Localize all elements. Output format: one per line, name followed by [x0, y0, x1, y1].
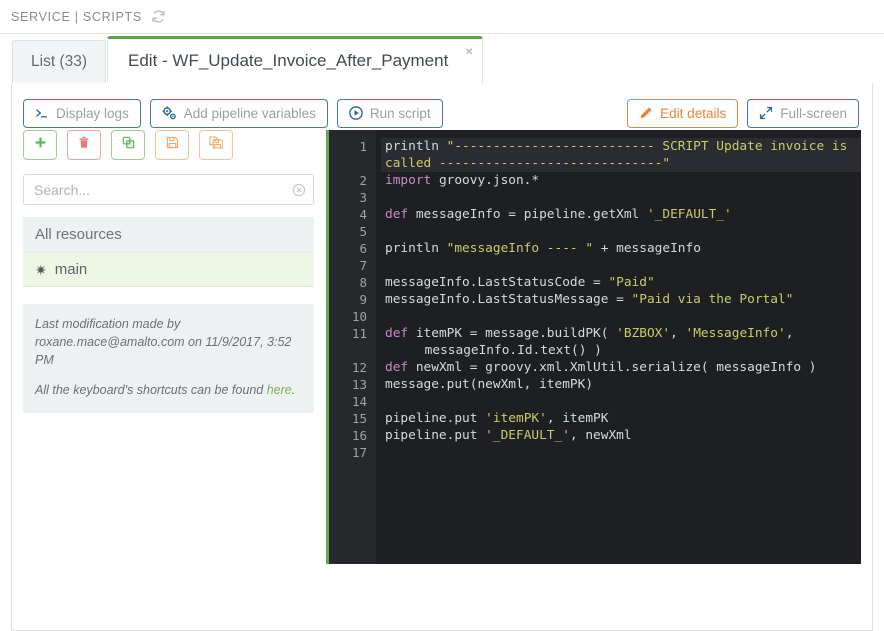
line-number: 13 [351, 377, 367, 392]
code-token-string: "-------------------------- SCRIPT Updat… [385, 139, 855, 171]
edit-details-button[interactable]: Edit details [627, 98, 739, 128]
copy-icon [122, 136, 135, 154]
line-number: 6 [359, 241, 367, 256]
breadcrumb: SERVICE | SCRIPTS [11, 9, 142, 24]
add-resource-button[interactable] [23, 130, 57, 160]
line-number: 15 [351, 411, 367, 426]
shortcuts-here-link[interactable]: here [267, 383, 292, 397]
code-line: println "messageInfo ---- " + messageInf… [385, 241, 701, 256]
code-line: def itemPK = message.buildPK( 'BZBOX', '… [385, 326, 794, 358]
line-number: 9 [359, 292, 367, 307]
duplicate-resource-button[interactable] [111, 130, 145, 160]
close-icon[interactable]: × [465, 44, 473, 58]
last-modification-info: Last modification made by roxane.mace@am… [23, 304, 314, 413]
play-circle-icon [349, 106, 363, 120]
line-number: 8 [359, 275, 367, 290]
line-number-gutter: 1 2 3 4 5 6 7 8 9 10 11 12 13 14 15 16 1 [329, 130, 376, 564]
save-resource-button[interactable] [155, 130, 189, 160]
line-number: 12 [351, 360, 367, 375]
gears-icon [162, 106, 177, 120]
code-line: pipeline.put 'itemPK', itemPK [385, 411, 609, 426]
code-line: def messageInfo = pipeline.getXml '_DEFA… [385, 207, 732, 222]
top-breadcrumb-bar: SERVICE | SCRIPTS [0, 0, 884, 34]
code-editor[interactable]: 1 2 3 4 5 6 7 8 9 10 11 12 13 14 15 16 1 [326, 130, 861, 564]
tab-list[interactable]: List (33) [12, 40, 106, 83]
resources-sidebar: All resources ✷ main Last modification m… [23, 130, 326, 610]
delete-resource-button[interactable] [67, 130, 101, 160]
line-number: 10 [351, 309, 367, 324]
code-content[interactable]: println "-------------------------- SCRI… [376, 130, 861, 564]
search-input[interactable] [23, 174, 314, 205]
line-number: 7 [359, 258, 367, 273]
toolbar-right-group: Edit details Full-screen [627, 98, 861, 128]
editor-panel: Display logs Add pipeline variables Run … [11, 83, 873, 631]
shortcuts-prefix: All the keyboard's shortcuts can be foun… [35, 383, 267, 398]
terminal-icon [35, 107, 49, 119]
line-number: 16 [351, 428, 367, 443]
code-line: println "-------------------------- SCRI… [381, 138, 861, 172]
line-number: 3 [359, 190, 367, 205]
clear-circle-icon[interactable] [292, 183, 306, 197]
code-line: import groovy.json.* [385, 173, 540, 188]
tab-edit-script[interactable]: Edit - WF_Update_Invoice_After_Payment × [107, 36, 484, 83]
floppy-disk-icon [166, 136, 179, 154]
save-all-icon [209, 136, 224, 154]
code-editor-column: 1 2 3 4 5 6 7 8 9 10 11 12 13 14 15 16 1 [326, 130, 861, 610]
info-gap [35, 369, 302, 382]
star-icon: ✷ [35, 261, 47, 278]
run-script-button[interactable]: Run script [336, 98, 443, 128]
pencil-icon [639, 106, 653, 120]
search-wrapper [23, 174, 314, 205]
resource-action-row [23, 130, 314, 160]
resource-item-label: main [54, 261, 88, 278]
refresh-icon[interactable] [151, 9, 166, 24]
code-line: def newXml = groovy.xml.XmlUtil.serializ… [385, 360, 817, 375]
save-all-resources-button[interactable] [199, 130, 233, 160]
run-script-label: Run script [369, 105, 431, 121]
resources-header: All resources [23, 217, 314, 253]
full-screen-label: Full-screen [780, 105, 847, 121]
code-line: message.put(newXml, itemPK) [385, 377, 594, 392]
display-logs-button[interactable]: Display logs [23, 98, 141, 128]
shortcuts-suffix: . [291, 383, 296, 398]
last-modification-line1: Last modification made by [35, 317, 181, 331]
line-number: 1 [359, 139, 367, 154]
line-number: 11 [351, 326, 367, 341]
expand-arrows-icon [759, 106, 773, 120]
shortcuts-text: All the keyboard's shortcuts can be foun… [35, 382, 302, 400]
code-line: messageInfo.LastStatusCode = "Paid" [385, 275, 655, 290]
list-item[interactable]: ✷ main [23, 253, 314, 287]
plus-icon [34, 136, 47, 154]
add-pipeline-variables-button[interactable]: Add pipeline variables [149, 98, 328, 128]
line-number: 5 [359, 224, 367, 239]
display-logs-label: Display logs [56, 105, 129, 121]
line-number: 14 [351, 394, 367, 409]
tab-strip: List (33) Edit - WF_Update_Invoice_After… [0, 34, 884, 83]
full-screen-button[interactable]: Full-screen [747, 98, 859, 128]
tab-list-label: List (33) [31, 53, 87, 70]
line-number: 4 [359, 207, 367, 222]
action-toolbar: Display logs Add pipeline variables Run … [12, 83, 872, 130]
line-number: 2 [359, 173, 367, 188]
tab-edit-script-label: Edit - WF_Update_Invoice_After_Payment [128, 51, 449, 70]
add-pipeline-variables-label: Add pipeline variables [183, 105, 316, 121]
panel-body: All resources ✷ main Last modification m… [12, 130, 872, 610]
trash-icon [78, 136, 90, 154]
edit-details-label: Edit details [660, 105, 727, 121]
last-modification-line2: roxane.mace@amalto.com on 11/9/2017, 3:5… [35, 334, 292, 367]
code-line: messageInfo.LastStatusMessage = "Paid vi… [385, 292, 794, 307]
line-number: 17 [351, 445, 367, 460]
code-line: pipeline.put '_DEFAULT_', newXml [385, 428, 632, 443]
